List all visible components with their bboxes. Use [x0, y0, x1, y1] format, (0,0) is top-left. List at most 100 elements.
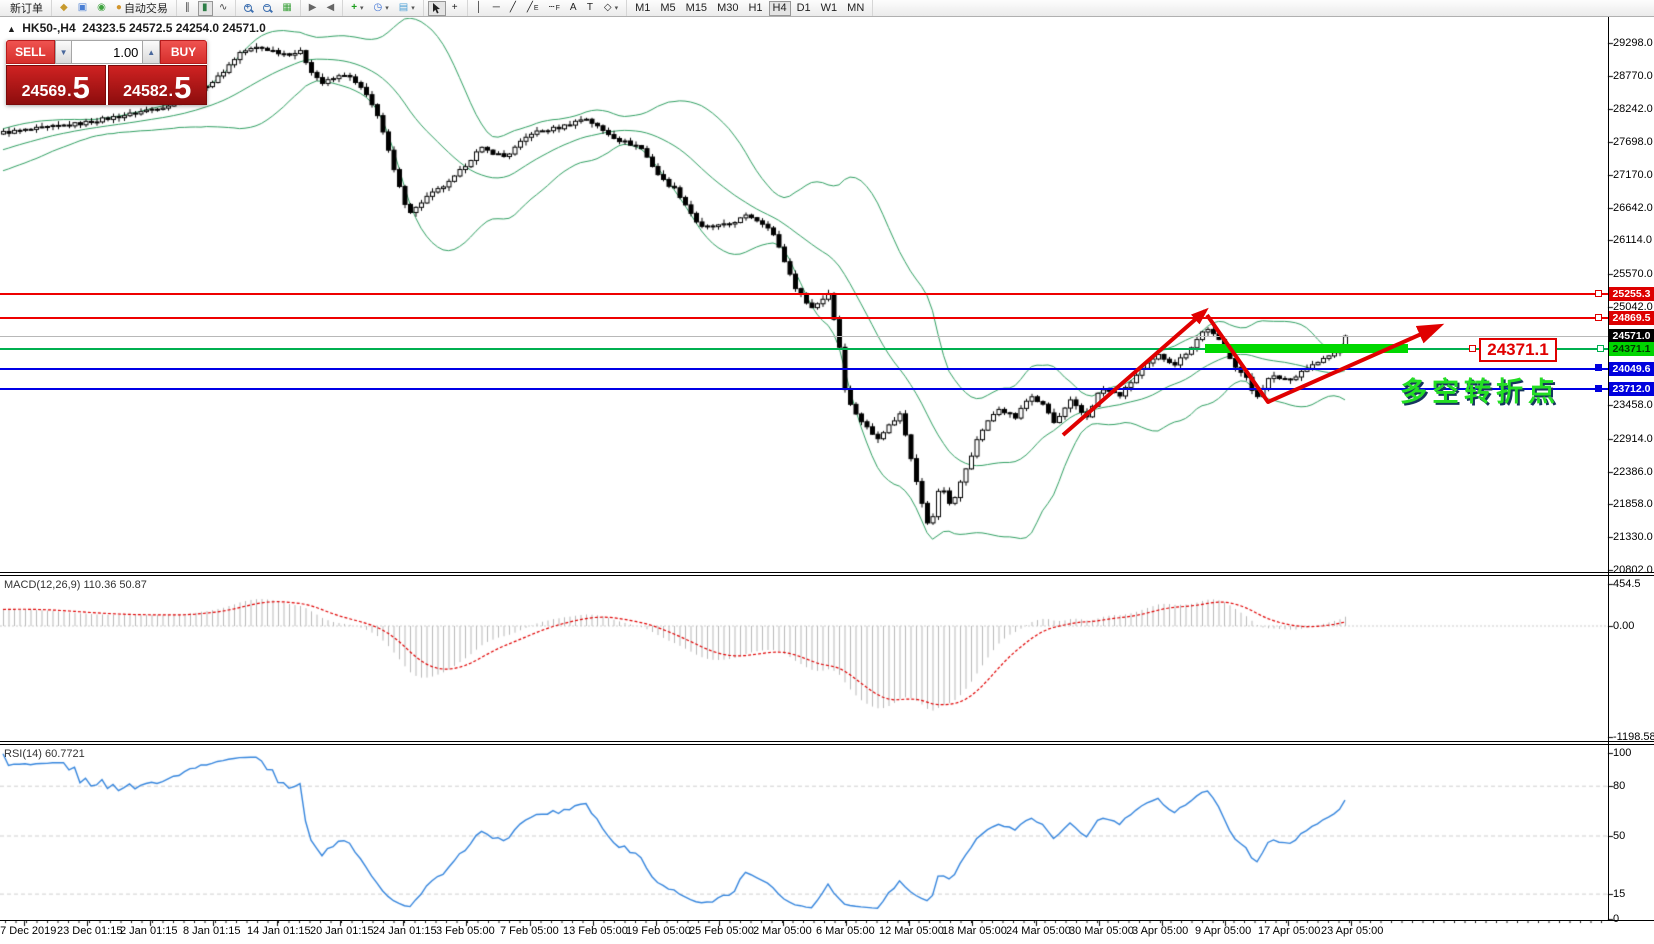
price-tick-label: 28242.0: [1613, 103, 1653, 115]
price-badge-24869.5: 24869.5: [1609, 311, 1654, 325]
toolbar-group: + − ▦: [236, 0, 301, 16]
object-anchor-handle[interactable]: [1597, 345, 1604, 352]
time-tick-label: 23 Dec 01:15: [57, 925, 123, 937]
chart-canvas[interactable]: [0, 0, 1654, 944]
funnel-icon[interactable]: ◆: [56, 1, 72, 16]
channel-icon[interactable]: ╱ E: [523, 1, 543, 16]
turning-point-annotation[interactable]: 多空转折点: [1400, 370, 1560, 409]
bar-chart-icon[interactable]: ∥: [181, 1, 196, 16]
chart-title: ▲ HK50-,H4 24323.5 24572.5 24254.0 24571…: [7, 21, 266, 35]
period-icon[interactable]: ◷ ▾: [370, 1, 393, 16]
price-tick-label: 25570.0: [1613, 268, 1653, 280]
tf-d1-button[interactable]: D1: [793, 1, 815, 16]
object-anchor-handle[interactable]: [1595, 290, 1602, 297]
buy-price-int: 24582: [123, 83, 168, 101]
candlestick-chart-icon-glyph: ▮: [201, 2, 208, 13]
toolbar-group: M1 M5 M15 M30 H1 H4 D1 W1 MN: [627, 0, 874, 16]
cursor-icon[interactable]: [427, 0, 446, 16]
time-tick-label: 9 Apr 05:00: [1195, 925, 1252, 937]
trendline-icon[interactable]: ╱: [506, 1, 521, 16]
tf-m30-button[interactable]: M30: [713, 1, 742, 16]
time-tick-label: 25 Feb 05:00: [689, 925, 754, 937]
vertical-line-icon[interactable]: │: [472, 1, 487, 16]
profiles-icon[interactable]: ▣: [74, 1, 91, 16]
tf-w1-button[interactable]: W1: [817, 1, 842, 16]
dropdown-caret-icon[interactable]: ▾: [411, 4, 415, 12]
collapse-marker-icon: ▲: [7, 24, 16, 34]
fibonacci-icon[interactable]: ┄ F: [545, 1, 564, 16]
tf-m5-button[interactable]: M5: [656, 1, 679, 16]
rsi-tick-label: 80: [1613, 780, 1626, 792]
toolbar-group: + ▾ ◷ ▾ ▤ ▾: [343, 0, 424, 16]
rsi-tick-label: 100: [1613, 747, 1632, 759]
autotrade-button-label: 自动交易: [123, 3, 168, 15]
time-tick-label: 3 Apr 05:00: [1132, 925, 1189, 937]
channel-icon-glyph: ╱: [526, 2, 533, 13]
price-tick-label: 28770.0: [1613, 70, 1653, 82]
macd-tick-label: 454.5: [1613, 578, 1641, 590]
tf-mn-button[interactable]: MN: [843, 1, 868, 16]
object-anchor-handle[interactable]: [1595, 385, 1602, 392]
new-order-button[interactable]: 新订单: [6, 1, 47, 16]
shapes-icon[interactable]: ◇ ▾: [600, 1, 622, 16]
level-line-24571.0[interactable]: [0, 335, 1608, 337]
dropdown-caret-icon[interactable]: ▾: [615, 4, 619, 12]
label-icon[interactable]: T: [583, 1, 598, 16]
sell-price-display[interactable]: 24569 . 5: [6, 65, 106, 105]
line-chart-icon[interactable]: ∿: [215, 1, 231, 16]
supply-zone-highlight[interactable]: [1205, 344, 1408, 353]
buy-price-frac: 5: [174, 69, 192, 105]
zoom-out-icon[interactable]: −: [259, 1, 276, 16]
object-anchor-handle[interactable]: [1595, 364, 1602, 371]
auto-scroll-icon[interactable]: ▶: [305, 1, 321, 16]
tf-h4-button[interactable]: H4: [768, 0, 791, 16]
buy-button[interactable]: BUY: [160, 40, 208, 64]
price-level-callout[interactable]: 24371.1: [1479, 338, 1557, 362]
level-line-23712.0[interactable]: [0, 388, 1608, 391]
level-line-25255.3[interactable]: [0, 292, 1608, 295]
chart-shift-icon[interactable]: ◀: [322, 1, 338, 16]
buy-price-display[interactable]: 24582 . 5: [107, 65, 207, 105]
level-line-24869.5[interactable]: [0, 316, 1608, 319]
object-anchor-handle[interactable]: [1595, 314, 1602, 321]
signals-icon[interactable]: ◉: [93, 1, 110, 16]
price-axis-border: [1608, 17, 1609, 921]
dropdown-caret-icon[interactable]: ▾: [360, 4, 364, 12]
volume-input[interactable]: [72, 40, 143, 64]
price-tick-label: 26114.0: [1613, 234, 1652, 246]
dropdown-caret-icon[interactable]: ▾: [385, 4, 389, 12]
pane-separator[interactable]: [0, 741, 1654, 742]
template-icon[interactable]: ▤ ▾: [395, 1, 419, 16]
time-tick-label: 24 Mar 05:00: [1006, 925, 1071, 937]
line-chart-icon-glyph: ∿: [218, 2, 228, 13]
tf-m1-button[interactable]: M1: [631, 1, 654, 16]
volume-decrease-button[interactable]: ▼: [54, 40, 73, 64]
horizontal-line-icon[interactable]: ─: [489, 1, 504, 16]
price-badge-23712.0: 23712.0: [1609, 382, 1654, 396]
toolbar-group: +: [424, 0, 468, 16]
rsi-tick-label: 50: [1613, 830, 1626, 842]
add-indicator-icon[interactable]: + ▾: [347, 1, 367, 16]
crosshair-icon[interactable]: +: [448, 1, 463, 16]
object-anchor-handle[interactable]: [1469, 345, 1476, 352]
tile-windows-icon[interactable]: ▦: [278, 1, 295, 16]
zoom-in-icon-glyph: +: [244, 2, 253, 13]
pane-separator[interactable]: [0, 572, 1654, 573]
volume-increase-button[interactable]: ▲: [142, 40, 161, 64]
tf-m15-button[interactable]: M15: [682, 1, 711, 16]
zoom-in-icon[interactable]: +: [240, 1, 257, 16]
price-tick-label: 22914.0: [1613, 433, 1653, 445]
time-tick-label: 8 Jan 01:15: [183, 925, 241, 937]
toolbar-group: ▶ ◀: [301, 0, 344, 16]
candlestick-chart-icon[interactable]: ▮: [197, 0, 213, 16]
time-axis-border: [0, 920, 1654, 921]
time-tick-label: 13 Feb 05:00: [563, 925, 628, 937]
text-icon[interactable]: A: [566, 1, 581, 16]
auto-scroll-icon-glyph: ▶: [308, 2, 317, 13]
autotrade-button[interactable]: ● 自动交易: [112, 1, 172, 16]
tf-h1-button[interactable]: H1: [744, 1, 766, 16]
level-line-24049.6[interactable]: [0, 367, 1608, 370]
toolbar-group: ◆ ▣ ◉ ● 自动交易: [52, 0, 177, 16]
symbol-period-label: HK50-,H4: [22, 21, 76, 35]
sell-button[interactable]: SELL: [6, 40, 55, 64]
